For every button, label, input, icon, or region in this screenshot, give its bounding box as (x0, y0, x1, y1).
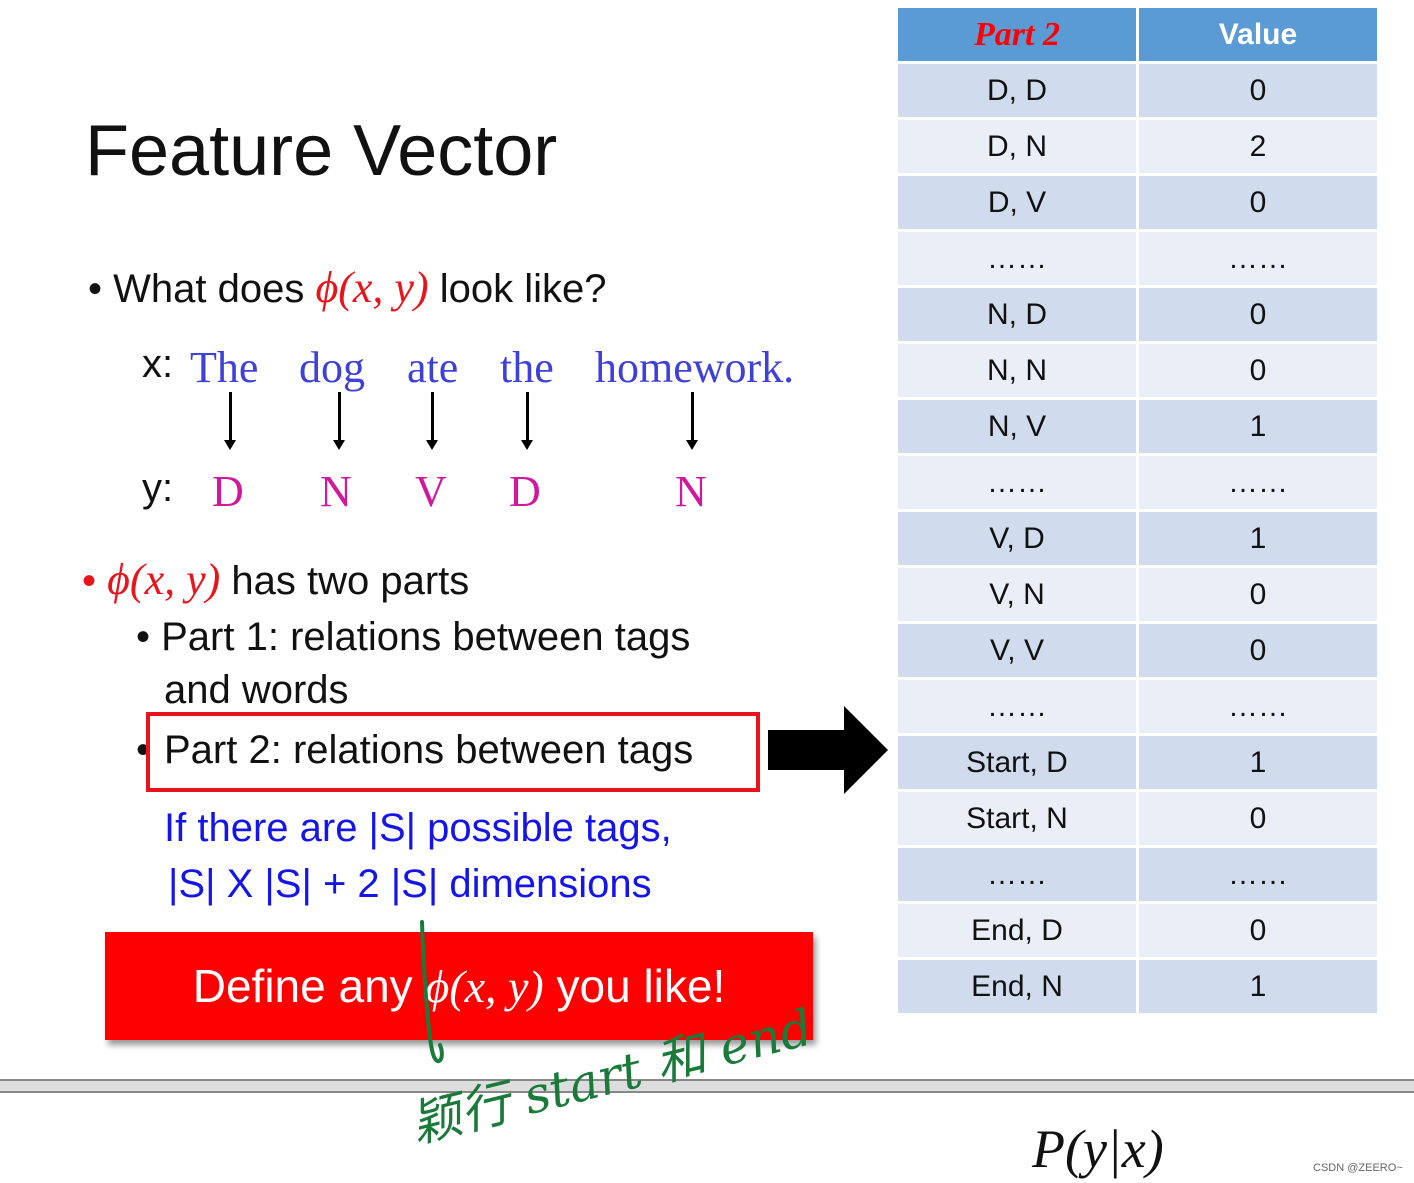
tag-pair-cell: …… (898, 848, 1136, 901)
word: homework. (595, 343, 795, 392)
down-arrow-icon (333, 392, 345, 450)
value-cell: …… (1139, 456, 1377, 509)
tag-pair-cell: Start, D (898, 736, 1136, 789)
value-cell: 2 (1139, 120, 1377, 173)
y-label: y: (142, 466, 174, 510)
down-arrow-icon (521, 392, 533, 450)
bullet1-prefix: What does (113, 267, 316, 311)
table-row: D, N2 (898, 120, 1377, 173)
table-row: V, N0 (898, 568, 1377, 621)
phi-formula: ϕ(x, y) (107, 555, 221, 604)
tag-pair-cell: End, N (898, 960, 1136, 1013)
tag: V (415, 467, 447, 516)
value-cell: 0 (1139, 624, 1377, 677)
value-cell: 0 (1139, 792, 1377, 845)
table-row: D, D0 (898, 64, 1377, 117)
value-cell: …… (1139, 848, 1377, 901)
value-cell: 0 (1139, 344, 1377, 397)
table-row: ………… (898, 456, 1377, 509)
watermark: CSDN @ZEERO~ (1313, 1162, 1403, 1174)
note-line1: If there are |S| possible tags, (164, 806, 672, 850)
value-cell: 1 (1139, 400, 1377, 453)
slide-title: Feature Vector (85, 111, 558, 191)
value-cell: …… (1139, 680, 1377, 733)
part1-line1: Part 1: relations between tags (161, 615, 691, 659)
tag-pair-cell: End, D (898, 904, 1136, 957)
probability-formula: P(y|x) (1032, 1119, 1164, 1179)
word: ate (407, 343, 459, 392)
tag-pair-cell: D, V (898, 176, 1136, 229)
down-arrow-icon (426, 392, 438, 450)
define-suffix: you like! (543, 960, 726, 1012)
table-row: Start, N0 (898, 792, 1377, 845)
phi-formula: ϕ(x, y) (315, 263, 429, 312)
tag-pair-cell: N, V (898, 400, 1136, 453)
table-row: N, N0 (898, 344, 1377, 397)
word: dog (299, 343, 365, 392)
handwriting-stroke (420, 920, 444, 1064)
tag-pair-cell: …… (898, 456, 1136, 509)
part1-line2: and words (164, 668, 349, 712)
table-row: End, N1 (898, 960, 1377, 1013)
table-row: N, V1 (898, 400, 1377, 453)
value-cell: 0 (1139, 904, 1377, 957)
tag-pair-cell: D, N (898, 120, 1136, 173)
part2-text: Part 2: relations between tags (164, 728, 694, 772)
tag-pair-cell: V, V (898, 624, 1136, 677)
value-cell: 0 (1139, 568, 1377, 621)
value-cell: 1 (1139, 512, 1377, 565)
tag: D (509, 467, 541, 516)
table-row: N, D0 (898, 288, 1377, 341)
word: the (500, 343, 554, 392)
bullet-two-parts: • ϕ(x, y) has two parts (82, 555, 470, 604)
table-row: ………… (898, 680, 1377, 733)
tag-pair-cell: N, D (898, 288, 1136, 341)
table-row: ………… (898, 232, 1377, 285)
tag: N (320, 467, 352, 516)
down-arrow-icon (224, 392, 236, 450)
table-row: ………… (898, 848, 1377, 901)
value-cell: 0 (1139, 176, 1377, 229)
note-line2: |S| X |S| + 2 |S| dimensions (168, 862, 652, 906)
value-cell: 0 (1139, 288, 1377, 341)
table-row: End, D0 (898, 904, 1377, 957)
table-row: V, V0 (898, 624, 1377, 677)
bullet2-suffix: has two parts (220, 559, 470, 603)
bullet1-suffix: look like? (428, 267, 607, 311)
tag-pair-cell: V, D (898, 512, 1136, 565)
tag-pair-cell: …… (898, 680, 1136, 733)
tag-pair-cell: …… (898, 232, 1136, 285)
tag-pair-cell: Start, N (898, 792, 1136, 845)
table-row: Start, D1 (898, 736, 1377, 789)
sub-bullet-part1: • Part 1: relations between tags (136, 615, 691, 659)
value-cell: 1 (1139, 960, 1377, 1013)
value-cell: …… (1139, 232, 1377, 285)
tag-pair-cell: D, D (898, 64, 1136, 117)
table-row: D, V0 (898, 176, 1377, 229)
tag-pair-cell: N, N (898, 344, 1136, 397)
x-label: x: (142, 342, 174, 386)
feature-table: Part 2 Value D, D 0 D, N 2 D, V 0………… N, D 0 N, … (895, 5, 1380, 1016)
value-cell: 1 (1139, 736, 1377, 789)
define-prefix: Define any (192, 960, 426, 1012)
value-cell: 0 (1139, 64, 1377, 117)
bullet-what-does: • What does ϕ(x, y) look like? (88, 263, 607, 312)
word: The (190, 343, 259, 392)
tag-pair-cell: V, N (898, 568, 1136, 621)
tag: N (675, 467, 707, 516)
right-arrow-icon (768, 706, 888, 794)
header-part2: Part 2 (898, 8, 1136, 61)
down-arrow-icon (686, 392, 698, 450)
tag: D (212, 467, 244, 516)
table-row: V, D1 (898, 512, 1377, 565)
header-value: Value (1139, 8, 1377, 61)
